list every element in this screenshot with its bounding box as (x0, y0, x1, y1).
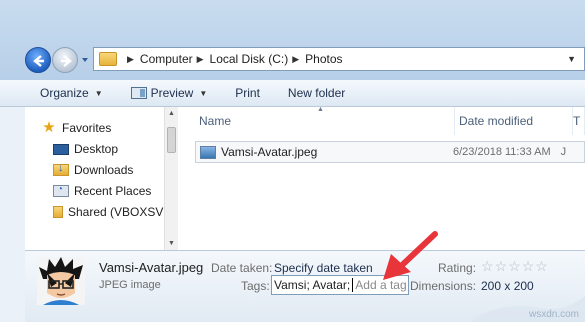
sidebar-item-label: Recent Places (74, 184, 152, 198)
breadcrumb-photos[interactable]: Photos (305, 52, 342, 66)
column-header-label: Date modified (459, 114, 534, 128)
scrollbar-thumb[interactable] (167, 127, 176, 153)
sidebar-item-recent-places[interactable]: Recent Places (53, 184, 151, 198)
chevron-down-icon: ▼ (94, 88, 103, 98)
shared-folder-icon (53, 206, 63, 218)
column-header-label: Name (199, 114, 232, 128)
image-file-icon (200, 145, 216, 159)
sidebar-item-favorites[interactable]: ★ Favorites (41, 119, 112, 136)
sidebar-item-desktop[interactable]: Desktop (53, 142, 118, 156)
breadcrumb-local-disk[interactable]: Local Disk (C:) (210, 52, 289, 66)
tags-value: Vamsi; Avatar; (274, 278, 351, 292)
folder-icon (99, 52, 117, 66)
forward-button[interactable] (52, 47, 78, 73)
details-file-name: Vamsi-Avatar.jpeg (99, 260, 204, 275)
dimensions-value: 200 x 200 (481, 279, 534, 293)
arrow-right-icon (61, 55, 72, 67)
file-row[interactable]: Vamsi-Avatar.jpeg 6/23/2018 11:33 AM J (195, 141, 585, 163)
tags-label: Tags: (241, 279, 270, 293)
avatar-thumbnail (37, 257, 85, 305)
annotation-arrow-icon (383, 231, 438, 280)
desktop-icon (53, 143, 69, 155)
sidebar-item-label: Shared (VBOXSVR (68, 205, 173, 219)
recent-pages-dropdown-icon[interactable] (81, 56, 89, 64)
breadcrumb-chevron-icon[interactable]: ▶ (127, 54, 134, 65)
watermark-text: wsxdn.com (528, 309, 579, 320)
details-pane: Vamsi-Avatar.jpeg JPEG image Date taken:… (25, 250, 585, 322)
column-header-label: T (573, 114, 581, 128)
rating-stars[interactable]: ☆ ☆ ☆ ☆ ☆ (481, 259, 549, 273)
new-folder-button[interactable]: New folder (288, 86, 345, 100)
command-bar: Organize ▼ Preview ▼ Print New folder (0, 80, 585, 107)
print-label: Print (235, 86, 260, 100)
file-type: J (560, 146, 567, 158)
sidebar-item-downloads[interactable]: Downloads (53, 162, 134, 177)
column-header-name[interactable]: ▲ Name (178, 106, 455, 135)
star-icon[interactable]: ☆ (495, 259, 508, 273)
back-button[interactable] (25, 47, 51, 73)
preview-button[interactable]: Preview ▼ (130, 86, 208, 100)
chevron-down-icon: ▼ (199, 88, 208, 98)
details-file-type: JPEG image (99, 279, 161, 291)
star-icon[interactable]: ☆ (481, 259, 494, 273)
sort-ascending-icon: ▲ (317, 106, 324, 113)
scroll-up-icon[interactable]: ▲ (168, 110, 175, 117)
star-icon: ★ (42, 119, 56, 136)
arrow-left-icon (33, 55, 44, 67)
scroll-down-icon[interactable]: ▼ (168, 240, 175, 247)
star-icon[interactable]: ☆ (522, 259, 535, 273)
address-bar[interactable]: ▶ Computer ▶ Local Disk (C:) ▶ Photos ▼ (93, 47, 585, 71)
sidebar-item-label: Desktop (74, 142, 119, 156)
organize-button[interactable]: Organize ▼ (40, 86, 103, 100)
column-header-date-modified[interactable]: Date modified (455, 107, 573, 135)
sidebar-item-shared[interactable]: Shared (VBOXSVR (53, 205, 172, 219)
star-icon[interactable]: ☆ (535, 259, 548, 273)
date-taken-label: Date taken: (211, 261, 273, 275)
breadcrumb-computer[interactable]: Computer (140, 52, 193, 66)
file-name: Vamsi-Avatar.jpeg (221, 145, 318, 159)
file-date-modified: 6/23/2018 11:33 AM (453, 146, 551, 158)
star-icon[interactable]: ☆ (508, 259, 521, 273)
organize-label: Organize (40, 86, 89, 100)
sidebar-item-label: Favorites (62, 121, 112, 135)
navigation-scrollbar[interactable]: ▲ ▼ (164, 107, 178, 250)
address-dropdown-icon[interactable]: ▼ (567, 54, 576, 64)
preview-label: Preview (150, 86, 194, 100)
preview-icon (130, 87, 147, 99)
window-titlebar: ▶ Computer ▶ Local Disk (C:) ▶ Photos ▼ (0, 0, 585, 80)
date-taken-field[interactable]: Specify date taken (274, 261, 373, 275)
recent-places-icon (53, 184, 69, 197)
breadcrumb-chevron-icon[interactable]: ▶ (197, 54, 204, 65)
breadcrumb-chevron-icon[interactable]: ▶ (292, 54, 299, 65)
new-folder-label: New folder (287, 86, 346, 100)
print-button[interactable]: Print (235, 86, 260, 100)
column-header-type[interactable]: T (573, 107, 585, 135)
sidebar-item-label: Downloads (74, 163, 134, 177)
downloads-folder-icon (53, 162, 69, 176)
navigation-pane: ★ Favorites Desktop Downloads Recent Pla… (25, 107, 178, 250)
text-cursor (352, 278, 354, 292)
